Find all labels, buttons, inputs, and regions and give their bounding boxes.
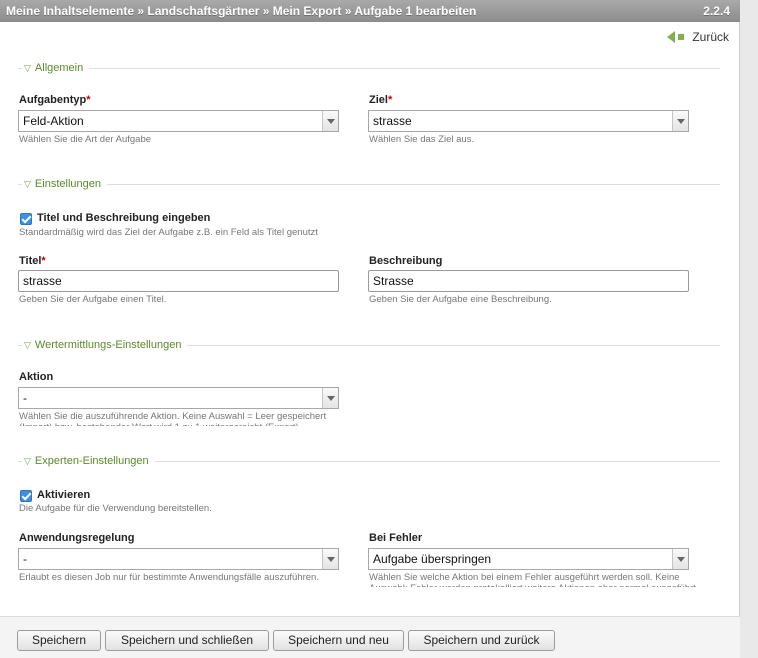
edit-task-window: Meine Inhaltselemente » Landschaftsgärtn… bbox=[0, 0, 740, 658]
section-title: Experten-Einstellungen bbox=[34, 455, 149, 467]
title-description-hint: Standardmäßig wird das Ziel der Aufgabe … bbox=[19, 227, 318, 238]
on-error-label: Bei Fehler bbox=[369, 532, 423, 544]
description-hint: Geben Sie der Aufgabe eine Beschreibung. bbox=[369, 294, 552, 305]
back-arrow-icon bbox=[667, 31, 676, 43]
action-select[interactable]: - bbox=[18, 387, 339, 409]
description-label: Beschreibung bbox=[369, 255, 443, 267]
usage-rule-select[interactable]: - bbox=[18, 548, 339, 570]
save-new-button[interactable]: Speichern und neu bbox=[273, 630, 404, 651]
activate-checkbox-label[interactable]: Aktivieren bbox=[37, 489, 90, 501]
dropdown-arrow-icon bbox=[322, 388, 338, 408]
section-expert[interactable]: ▽ Experten-Einstellungen bbox=[18, 454, 720, 468]
breadcrumb: Meine Inhaltselemente » Landschaftsgärtn… bbox=[6, 4, 477, 18]
back-link[interactable]: Zurück bbox=[667, 30, 729, 44]
save-button[interactable]: Speichern bbox=[17, 630, 101, 651]
action-hint: Wählen Sie die auszuführende Aktion. Kei… bbox=[19, 411, 327, 426]
usage-rule-hint: Erlaubt es diesen Job nur für bestimmte … bbox=[19, 572, 319, 583]
section-valuation[interactable]: ▽ Wertermittlungs-Einstellungen bbox=[18, 338, 720, 352]
section-title: Allgemein bbox=[34, 62, 84, 74]
button-bar: Speichern Speichern und schließen Speich… bbox=[0, 616, 740, 658]
save-close-button[interactable]: Speichern und schließen bbox=[105, 630, 269, 651]
action-label: Aktion bbox=[19, 371, 54, 383]
dropdown-arrow-icon bbox=[672, 549, 688, 569]
collapse-triangle-icon: ▽ bbox=[24, 63, 31, 73]
section-title: Einstellungen bbox=[34, 178, 101, 190]
version-label: 2.2.4 bbox=[703, 4, 730, 18]
collapse-triangle-icon: ▽ bbox=[24, 456, 31, 466]
collapse-triangle-icon: ▽ bbox=[24, 179, 31, 189]
usage-rule-label: Anwendungsregelung bbox=[19, 532, 135, 544]
back-label: Zurück bbox=[692, 30, 729, 44]
activate-checkbox[interactable] bbox=[20, 490, 32, 502]
dropdown-arrow-icon bbox=[672, 111, 688, 131]
dropdown-arrow-icon bbox=[322, 549, 338, 569]
title-bar: Meine Inhaltselemente » Landschaftsgärtn… bbox=[0, 0, 740, 22]
description-input[interactable]: Strasse bbox=[368, 270, 689, 292]
section-general[interactable]: ▽ Allgemein bbox=[18, 61, 720, 75]
task-type-hint: Wählen Sie die Art der Aufgabe bbox=[19, 134, 152, 145]
target-label: Ziel* bbox=[369, 94, 393, 106]
activate-hint: Die Aufgabe für die Verwendung bereitste… bbox=[19, 503, 212, 514]
target-hint: Wählen Sie das Ziel aus. bbox=[369, 134, 475, 145]
collapse-triangle-icon: ▽ bbox=[24, 340, 31, 350]
save-back-button[interactable]: Speichern und zurück bbox=[408, 630, 555, 651]
title-description-checkbox[interactable] bbox=[20, 213, 32, 225]
dropdown-arrow-icon bbox=[322, 111, 338, 131]
title-label: Titel* bbox=[19, 255, 46, 267]
target-select[interactable]: strasse bbox=[368, 110, 689, 132]
title-input[interactable]: strasse bbox=[18, 270, 339, 292]
on-error-hint: Wählen Sie welche Aktion bei einem Fehle… bbox=[369, 572, 696, 587]
title-hint: Geben Sie der Aufgabe einen Titel. bbox=[19, 294, 167, 305]
on-error-select[interactable]: Aufgabe überspringen bbox=[368, 548, 689, 570]
section-title: Wertermittlungs-Einstellungen bbox=[34, 339, 182, 351]
task-type-select[interactable]: Feld-Aktion bbox=[18, 110, 339, 132]
title-description-checkbox-label[interactable]: Titel und Beschreibung eingeben bbox=[37, 212, 210, 224]
section-settings[interactable]: ▽ Einstellungen bbox=[18, 177, 720, 191]
task-type-label: Aufgabentyp* bbox=[19, 94, 91, 106]
